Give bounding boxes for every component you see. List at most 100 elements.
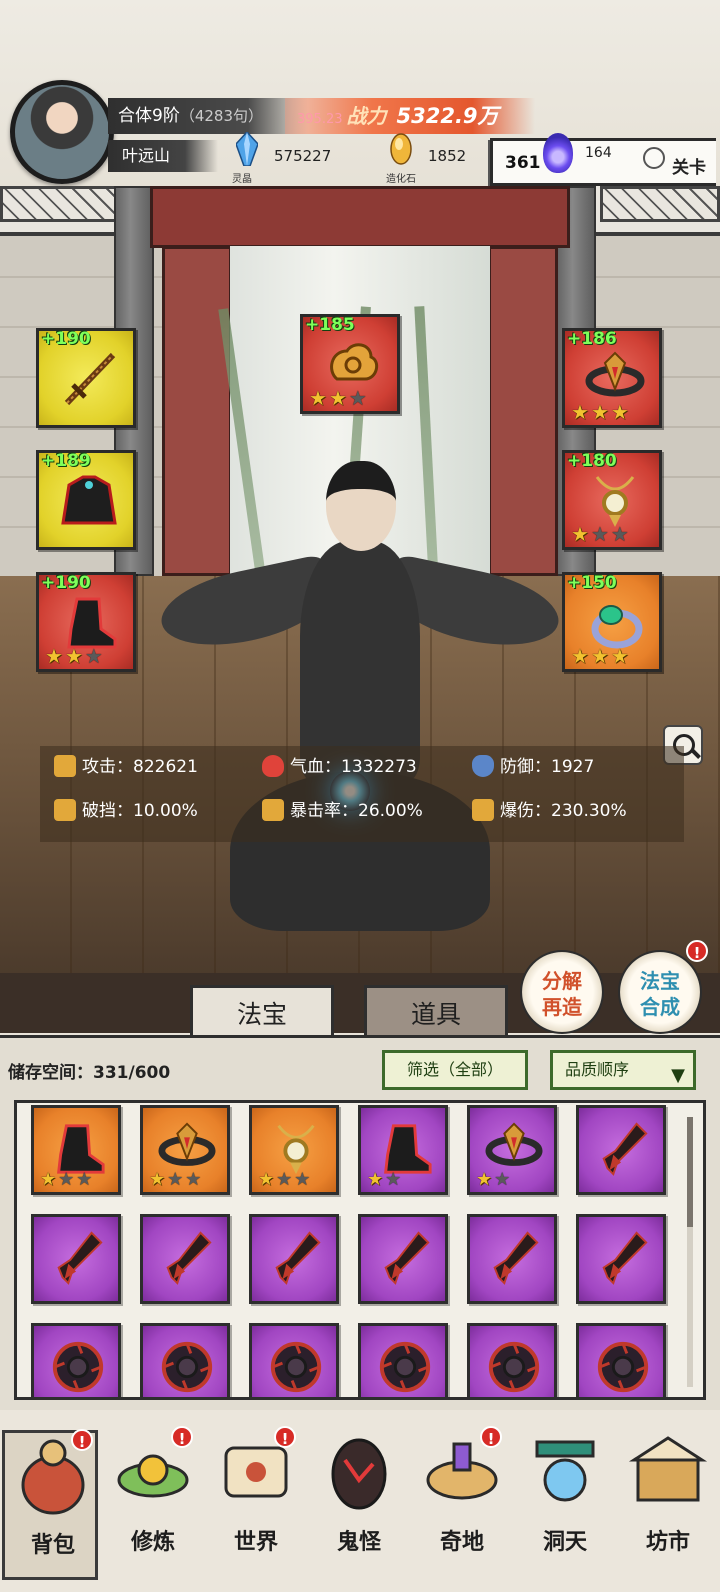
storage-label: 储存空间： <box>8 1063 93 1083</box>
player-avatar[interactable] <box>10 80 114 184</box>
inventory-item[interactable] <box>249 1214 339 1304</box>
inventory-item[interactable] <box>249 1323 339 1397</box>
realm-label: 合体9阶 <box>118 106 180 126</box>
inventory-item[interactable] <box>140 1214 230 1304</box>
equip-slot-belt[interactable]: +186 ★ ★ ★ <box>562 328 662 428</box>
inventory-item[interactable] <box>576 1105 666 1195</box>
star-icon: ★ <box>294 1169 311 1190</box>
demon-egg-icon <box>331 1438 387 1510</box>
inventory-item[interactable] <box>358 1323 448 1397</box>
blue-crystal-icon <box>236 132 258 166</box>
golden-stone-icon <box>390 133 412 165</box>
inventory-item[interactable]: ★ ★ ★ <box>140 1105 230 1195</box>
star-icon: ★ <box>309 386 327 410</box>
power-ghost-value: 395.23 <box>297 112 343 127</box>
synthesize-button[interactable]: 法宝合成 <box>618 950 702 1034</box>
star-rating: ★ ★ ★ <box>571 402 629 422</box>
inventory-item[interactable] <box>358 1214 448 1304</box>
shield-icon <box>472 755 494 777</box>
tab-items[interactable]: 道具 <box>364 985 508 1039</box>
stat-label: 破挡 <box>82 801 116 821</box>
enhance-bonus: +190 <box>41 329 91 349</box>
star-icon: ★ <box>571 400 589 424</box>
portal-icon <box>535 1440 595 1502</box>
alert-badge: ! <box>171 1426 193 1448</box>
star-icon: ★ <box>610 400 629 424</box>
stats-panel: 攻击：822621 气血：1332273 防御：1927 破挡：10.00% 暴… <box>40 746 684 842</box>
combat-power-bar: 395.23 战力 5322.9万 <box>285 98 535 134</box>
star-icon: ★ <box>385 1169 402 1190</box>
inventory-item[interactable] <box>31 1323 121 1397</box>
stat-value: 10.00% <box>133 801 198 821</box>
star-rating: ★ ★ <box>367 1171 401 1189</box>
enhance-bonus: +150 <box>567 573 617 593</box>
dark-wheel-icon <box>270 1341 322 1393</box>
resource-value: 575227 <box>274 147 332 165</box>
star-icon: ★ <box>76 1169 93 1190</box>
equip-slot-pendant[interactable]: +180 ★ ★ ★ <box>562 450 662 550</box>
dark-wheel-icon <box>52 1341 104 1393</box>
nav-label: 鬼怪 <box>336 1530 381 1555</box>
synthesize-label: 法宝合成 <box>640 969 680 1019</box>
realm-sub: （4283句） <box>179 107 264 125</box>
star-icon: ★ <box>610 522 629 546</box>
nav-label: 世界 <box>233 1530 278 1555</box>
inventory-scrollbar[interactable] <box>687 1117 693 1387</box>
star-rating: ★ ★ ★ <box>45 646 103 666</box>
tab-bar-background <box>0 973 720 1033</box>
star-icon: ★ <box>40 1169 57 1190</box>
equip-slot-boots[interactable]: +190 ★ ★ ★ <box>36 572 136 672</box>
stat-value: 1332273 <box>341 757 417 777</box>
star-icon: ★ <box>64 644 83 668</box>
nav-item-6[interactable]: 洞天 <box>517 1430 613 1580</box>
nav-item-3[interactable]: 世界! <box>208 1426 304 1580</box>
equip-slot-top[interactable]: +185 ★ ★ ★ <box>300 314 400 414</box>
power-value: 5322.9万 <box>396 104 499 128</box>
star-icon: ★ <box>571 644 589 668</box>
star-icon: ★ <box>84 644 103 668</box>
star-icon: ★ <box>494 1169 511 1190</box>
inventory-item[interactable] <box>31 1214 121 1304</box>
sort-label: 品质顺序 <box>565 1060 630 1079</box>
crit-damage-icon <box>472 799 494 821</box>
dagger-icon <box>57 1231 103 1285</box>
inventory-item[interactable]: ★ ★ <box>467 1105 557 1195</box>
dagger-icon <box>602 1231 648 1285</box>
equip-slot-weapon[interactable]: +190 <box>36 328 136 428</box>
star-icon: ★ <box>58 1169 75 1190</box>
inventory-item[interactable] <box>140 1323 230 1397</box>
sort-dropdown[interactable]: 品质顺序 ▼ <box>550 1050 696 1090</box>
inventory-item[interactable] <box>467 1323 557 1397</box>
star-rating: ★ ★ ★ <box>149 1171 201 1189</box>
realm-bar: 合体9阶（4283句） <box>108 98 308 134</box>
equip-slot-ring[interactable]: +150 ★ ★ ★ <box>562 572 662 672</box>
filter-button[interactable]: 筛选（全部） <box>382 1050 528 1090</box>
inventory-item[interactable]: ★ ★ ★ <box>31 1105 121 1195</box>
nav-item-5[interactable]: 奇地! <box>414 1426 510 1580</box>
enhance-bonus: +190 <box>41 573 91 593</box>
star-icon: ★ <box>590 400 609 424</box>
crit-icon <box>262 799 284 821</box>
tab-treasure[interactable]: 法宝 <box>190 985 334 1039</box>
inventory-item[interactable] <box>576 1323 666 1397</box>
stat-crit-rate: 暴击率：26.00% <box>262 798 423 824</box>
star-icon: ★ <box>328 386 347 410</box>
window-lattice-left <box>0 186 120 222</box>
nav-item-4[interactable]: 鬼怪 <box>311 1430 407 1580</box>
nav-item-1[interactable]: 背包! <box>2 1429 98 1580</box>
enhance-bonus: +185 <box>305 315 355 335</box>
inventory-item[interactable]: ★ ★ <box>358 1105 448 1195</box>
stat-label: 爆伤 <box>500 801 534 821</box>
dagger-icon <box>275 1231 321 1285</box>
stat-armor-break: 破挡：10.00% <box>54 798 198 824</box>
nav-item-7[interactable]: 坊市 <box>620 1430 716 1580</box>
inventory-item[interactable]: ★ ★ ★ <box>249 1105 339 1195</box>
stage-panel[interactable]: 361 164 关卡 <box>490 133 716 186</box>
inventory-item[interactable] <box>576 1214 666 1304</box>
inventory-item[interactable] <box>467 1214 557 1304</box>
nav-item-2[interactable]: 修炼! <box>105 1426 201 1580</box>
decompose-button[interactable]: 分解再造 <box>520 950 604 1034</box>
equip-slot-armor[interactable]: +189 <box>36 450 136 550</box>
storage-capacity: 储存空间：331/600 <box>8 1058 170 1083</box>
dagger-icon <box>384 1231 430 1285</box>
